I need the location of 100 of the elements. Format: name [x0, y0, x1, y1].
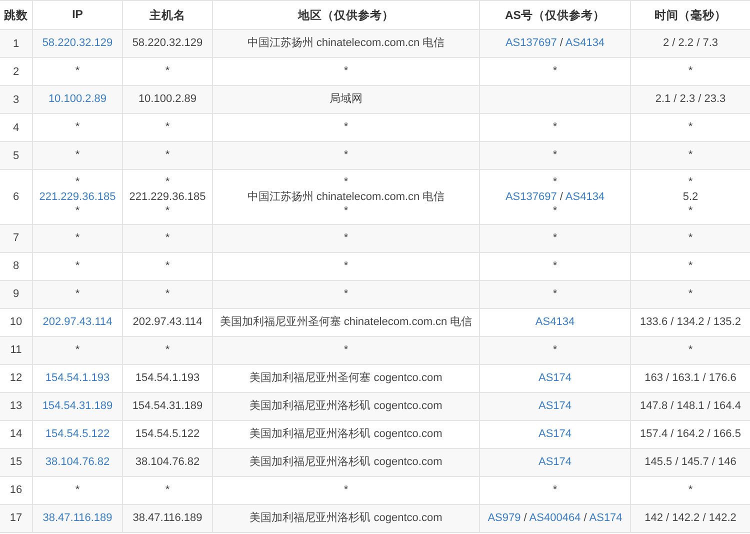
hop-number: 2 — [12, 66, 20, 78]
time-text: 5.2 — [682, 190, 698, 202]
as-text: * — [552, 484, 558, 496]
as-text: / — [524, 512, 527, 524]
as-link[interactable]: AS137697 — [505, 190, 557, 202]
time-text: * — [688, 232, 693, 244]
hop-number: 13 — [10, 400, 22, 412]
region-text: 中国江苏扬州 chinatelecom.com.cn 电信 — [247, 190, 445, 202]
hostname-text: 154.54.31.189 — [132, 400, 203, 412]
hostname-text: * — [165, 484, 170, 496]
hop-number: 5 — [12, 150, 20, 162]
as-link[interactable]: AS979 — [488, 512, 521, 524]
time-text: * — [688, 260, 693, 272]
hop-number: 17 — [10, 512, 22, 524]
region-text: * — [344, 344, 348, 356]
ip-text: * — [75, 205, 80, 217]
as-text: * — [552, 176, 558, 188]
time-text: * — [688, 65, 693, 78]
region-text: * — [344, 65, 348, 78]
as-link[interactable]: AS400464 — [529, 512, 581, 524]
as-text: * — [552, 260, 558, 272]
as-text: / — [560, 190, 563, 202]
hostname-text: 58.220.32.129 — [132, 37, 203, 50]
hostname-text: 10.100.2.89 — [138, 93, 197, 106]
as-text: * — [552, 232, 558, 244]
time-text: 147.8 / 148.1 / 164.4 — [640, 400, 741, 412]
hostname-text: 38.47.116.189 — [132, 512, 202, 524]
region-text: * — [344, 176, 348, 188]
as-text: / — [584, 512, 587, 524]
region-text: * — [344, 484, 348, 496]
time-text: 163 / 163.1 / 176.6 — [644, 372, 736, 384]
as-link[interactable]: AS137697 — [505, 37, 557, 50]
hostname-text: * — [165, 176, 170, 188]
ip-text: * — [75, 65, 80, 78]
region-text: 美国加利福尼亚州洛杉矶 cogentco.com — [250, 400, 442, 412]
hostname-text: * — [165, 121, 170, 134]
hostname-text: 221.229.36.185 — [129, 190, 206, 202]
time-text: * — [688, 205, 693, 217]
region-text: * — [344, 205, 348, 217]
region-text: 美国加利福尼亚州洛杉矶 cogentco.com — [250, 512, 442, 524]
hop-number: 8 — [12, 260, 20, 272]
hop-number: 7 — [12, 232, 20, 244]
hostname-text: * — [165, 344, 170, 356]
as-text: * — [552, 288, 558, 300]
column-header: 地区（仅供参考） — [212, 0, 480, 30]
region-text: * — [344, 149, 348, 162]
as-link[interactable]: AS174 — [538, 372, 572, 384]
ip-text: * — [75, 484, 80, 496]
hop-number: 14 — [10, 428, 22, 440]
region-text: * — [344, 288, 348, 300]
time-text: * — [688, 149, 693, 162]
ip-text: * — [75, 176, 80, 188]
time-text: * — [688, 288, 693, 300]
ip-link[interactable]: 221.229.36.185 — [39, 190, 116, 202]
region-text: 中国江苏扬州 chinatelecom.com.cn 电信 — [247, 37, 445, 50]
region-text: 局域网 — [330, 93, 362, 106]
hop-number: 4 — [12, 122, 20, 134]
as-text: / — [560, 37, 563, 50]
time-text: * — [688, 176, 693, 188]
ip-text: * — [75, 288, 80, 300]
region-text: * — [344, 232, 348, 244]
hostname-text: * — [165, 65, 170, 78]
hostname-text: * — [165, 288, 170, 300]
hop-number: 6 — [12, 190, 20, 203]
hostname-text: 154.54.1.193 — [135, 372, 200, 384]
ip-text: * — [75, 232, 80, 244]
as-link[interactable]: AS4134 — [565, 37, 605, 50]
hop-number: 11 — [10, 344, 22, 356]
region-text: 美国加利福尼亚州洛杉矶 cogentco.com — [250, 428, 442, 440]
time-text: 2 / 2.2 / 7.3 — [662, 37, 718, 50]
as-link[interactable]: AS174 — [538, 456, 572, 468]
hop-number: 16 — [10, 484, 22, 496]
time-text: 157.4 / 164.2 / 166.5 — [640, 428, 741, 440]
hostname-text: * — [165, 149, 170, 162]
hostname-text: * — [165, 260, 170, 272]
column-header: AS号（仅供参考） — [480, 0, 630, 30]
ip-text: * — [75, 260, 80, 272]
region-text: 美国加利福尼亚州圣何塞 chinatelecom.com.cn 电信 — [220, 316, 472, 328]
ip-text: * — [75, 121, 80, 134]
as-link[interactable]: AS4134 — [565, 190, 605, 202]
hostname-text: 202.97.43.114 — [132, 316, 202, 328]
as-text: * — [552, 65, 558, 78]
time-text: 133.6 / 134.2 / 135.2 — [640, 316, 741, 328]
hop-number: 12 — [10, 372, 22, 384]
hop-number: 15 — [10, 456, 22, 468]
as-link[interactable]: AS174 — [589, 512, 622, 524]
hop-number: 3 — [12, 94, 20, 106]
hop-number: 9 — [12, 288, 20, 300]
ip-text: * — [75, 344, 80, 356]
hop-number: 1 — [12, 38, 20, 50]
hostname-text: * — [165, 232, 170, 244]
as-link[interactable]: AS174 — [538, 400, 572, 412]
time-text: 145.5 / 145.7 / 146 — [644, 456, 736, 468]
as-link[interactable]: AS174 — [538, 428, 572, 440]
ip-text: * — [75, 149, 80, 162]
time-text: * — [688, 344, 693, 356]
as-link[interactable]: AS4134 — [535, 316, 575, 328]
as-text: * — [552, 149, 558, 162]
time-text: * — [688, 121, 693, 134]
time-text: * — [688, 484, 693, 496]
